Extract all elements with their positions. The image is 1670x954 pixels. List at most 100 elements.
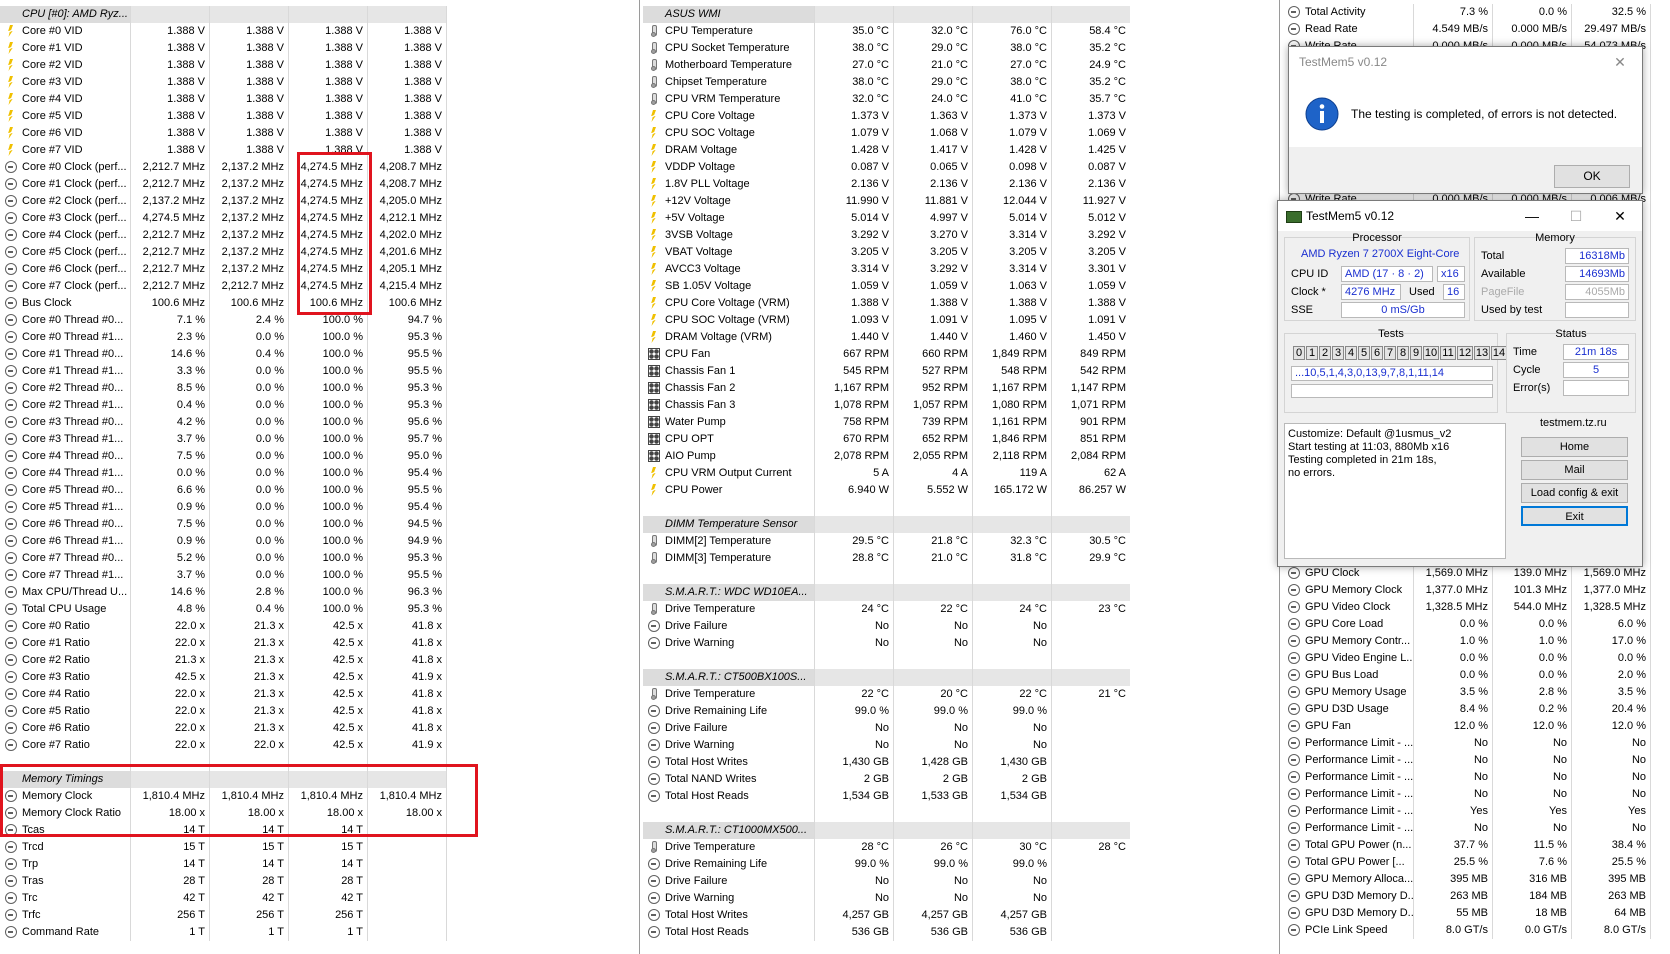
sensor-value: 1.388 V bbox=[368, 74, 447, 91]
sensor-name: DIMM[2] Temperature bbox=[643, 533, 815, 550]
sensor-value: 7.3 % bbox=[1414, 4, 1493, 21]
sensor-value: 1.059 V bbox=[1052, 278, 1130, 295]
sensor-name: Core #7 Thread #1... bbox=[0, 567, 131, 584]
log-line: no errors. bbox=[1288, 467, 1336, 479]
sensor-value: 0.0 % bbox=[210, 533, 289, 550]
sensor-name: GPU D3D Memory D... bbox=[1283, 905, 1414, 922]
sensor-name: CPU VRM Temperature bbox=[643, 91, 815, 108]
sensor-value: 27.0 °C bbox=[973, 57, 1052, 74]
sensor-value: 263 MB bbox=[1414, 888, 1493, 905]
sensor-name: Performance Limit - ... bbox=[1283, 752, 1414, 769]
sensor-value: 2,118 RPM bbox=[973, 448, 1052, 465]
sensor-name: Performance Limit - ... bbox=[1283, 735, 1414, 752]
sensor-value: 12.0 % bbox=[1414, 718, 1493, 735]
sensor-name: +5V Voltage bbox=[643, 210, 815, 227]
sensor-value: 1.388 V bbox=[210, 142, 289, 159]
sensor-value: 0.0 % bbox=[131, 465, 210, 482]
test-sequence-field: ...10,5,1,4,3,0,13,9,7,8,1,11,14 bbox=[1291, 366, 1493, 381]
pagefile-field: 4055Mb bbox=[1565, 284, 1629, 300]
sensor-value: 1.091 V bbox=[894, 312, 973, 329]
sensor-value: 1.388 V bbox=[131, 40, 210, 57]
maximize-icon[interactable]: ☐ bbox=[1554, 201, 1598, 231]
sensor-value bbox=[1052, 890, 1130, 907]
sensor-value: 184 MB bbox=[1493, 888, 1572, 905]
sensor-value: 0.0 % bbox=[1493, 616, 1572, 633]
sensor-value: No bbox=[1493, 769, 1572, 786]
sensor-value: 0.0 % bbox=[210, 567, 289, 584]
exit-button[interactable]: Exit bbox=[1521, 506, 1628, 526]
ok-button[interactable]: OK bbox=[1554, 165, 1630, 188]
sensor-value bbox=[1052, 737, 1130, 754]
sensor-value: 32.0 °C bbox=[894, 23, 973, 40]
sensor-name: Core #0 VID bbox=[0, 23, 131, 40]
sensor-value bbox=[368, 890, 447, 907]
sensor-value: 5 A bbox=[815, 465, 894, 482]
log-textarea[interactable]: Customize: Default @1usmus_v2 Start testi… bbox=[1284, 423, 1506, 559]
sensor-value: 0.9 % bbox=[131, 533, 210, 550]
mail-button[interactable]: Mail bbox=[1521, 460, 1628, 480]
sensor-value: 2,137.2 MHz bbox=[131, 193, 210, 210]
sensor-name: Total GPU Power (n... bbox=[1283, 837, 1414, 854]
sensor-value: 15 T bbox=[289, 839, 368, 856]
minimize-icon[interactable]: — bbox=[1510, 201, 1554, 231]
test-cell: 10 bbox=[1423, 346, 1439, 360]
sensor-value: 99.0 % bbox=[973, 856, 1052, 873]
load-config-exit-button[interactable]: Load config & exit bbox=[1521, 483, 1628, 503]
sensor-name: Core #4 VID bbox=[0, 91, 131, 108]
sensor-value bbox=[894, 652, 973, 669]
sensor-value: 0.0 % bbox=[1572, 650, 1651, 667]
sensor-value: 0.0 % bbox=[1493, 667, 1572, 684]
cpuid-label: CPU ID bbox=[1291, 268, 1329, 280]
sensor-value: 5.2 % bbox=[131, 550, 210, 567]
sensor-value bbox=[894, 567, 973, 584]
sensor-value: 1.388 V bbox=[1052, 295, 1130, 312]
sensor-value: 1 T bbox=[289, 924, 368, 941]
close-icon[interactable]: ✕ bbox=[1598, 47, 1642, 77]
sensor-value: 24 °C bbox=[973, 601, 1052, 618]
sensor-name: S.M.A.R.T.: CT1000MX500... bbox=[643, 822, 815, 839]
sensor-value bbox=[210, 6, 289, 23]
sensor-value bbox=[1052, 856, 1130, 873]
sensor-value: No bbox=[1414, 786, 1493, 803]
sensor-name: Core #6 Ratio bbox=[0, 720, 131, 737]
sensor-value: 27.0 °C bbox=[815, 57, 894, 74]
sensor-value bbox=[368, 924, 447, 941]
sensor-value: 42.5 x bbox=[289, 737, 368, 754]
sensor-value: 0.0 % bbox=[210, 397, 289, 414]
sensor-value: 1.388 V bbox=[131, 91, 210, 108]
sensor-value: 1.059 V bbox=[815, 278, 894, 295]
time-field: 21m 18s bbox=[1563, 344, 1629, 360]
testmem-message-dialog: TestMem5 v0.12 ✕ The testing is complete… bbox=[1288, 46, 1643, 194]
sensor-name: 1.8V PLL Voltage bbox=[643, 176, 815, 193]
sensor-value: 38.0 °C bbox=[815, 74, 894, 91]
sensor-value: No bbox=[815, 890, 894, 907]
home-button[interactable]: Home bbox=[1521, 437, 1628, 457]
sensor-value: 0.0 % bbox=[1414, 650, 1493, 667]
sensor-name: GPU Memory Usage bbox=[1283, 684, 1414, 701]
sensor-value: 3.301 V bbox=[1052, 261, 1130, 278]
close-icon[interactable]: ✕ bbox=[1598, 201, 1642, 231]
sensor-value bbox=[894, 516, 973, 533]
sensor-value bbox=[1052, 788, 1130, 805]
sensor-value: 3.5 % bbox=[1572, 684, 1651, 701]
sensor-value: 32.3 °C bbox=[973, 533, 1052, 550]
sensor-value: 42.5 x bbox=[289, 703, 368, 720]
sensor-value: 2.8 % bbox=[1493, 684, 1572, 701]
sensor-value bbox=[1052, 873, 1130, 890]
sensor-value bbox=[1052, 516, 1130, 533]
sensor-name: Core #2 Ratio bbox=[0, 652, 131, 669]
sensor-value: Yes bbox=[1572, 803, 1651, 820]
sensor-name: Chassis Fan 2 bbox=[643, 380, 815, 397]
sensor-value: 22.0 x bbox=[131, 635, 210, 652]
sensor-value bbox=[1052, 720, 1130, 737]
processor-group: Processor AMD Ryzen 7 2700X Eight-Core C… bbox=[1284, 232, 1470, 321]
sensor-value: 1.068 V bbox=[894, 125, 973, 142]
sensor-value: 1.425 V bbox=[1052, 142, 1130, 159]
sensor-name: GPU Fan bbox=[1283, 718, 1414, 735]
sensor-value: 100.0 % bbox=[289, 363, 368, 380]
sensor-value bbox=[1052, 635, 1130, 652]
sensor-value: 4.2 % bbox=[131, 414, 210, 431]
status-group: Status Time 21m 18s Cycle 5 Error(s) bbox=[1506, 328, 1636, 413]
sensor-value bbox=[815, 6, 894, 23]
sensor-value: 1.388 V bbox=[131, 125, 210, 142]
